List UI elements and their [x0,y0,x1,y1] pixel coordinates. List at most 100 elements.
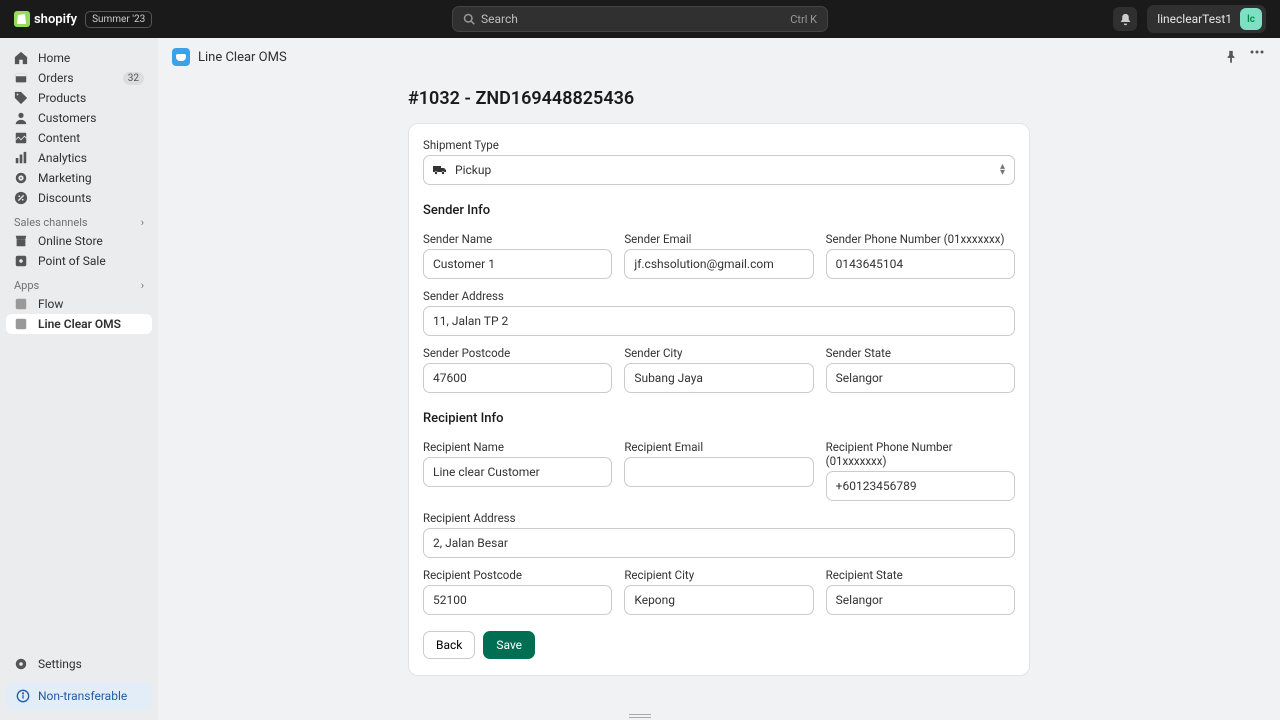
marketing-icon [14,171,28,185]
nontransferable-pill[interactable]: Non-transferable [6,682,152,710]
sender-info-title: Sender Info [423,203,1015,218]
search-icon [463,13,475,25]
sender-email-input[interactable] [624,249,813,279]
sender-postcode-label: Sender Postcode [423,346,612,360]
sidebar-apps-header: Apps › [6,271,152,294]
recipient-state-label: Recipient State [826,568,1015,582]
sidebar-item-label: Discounts [38,191,91,205]
sidebar-item-label: Home [38,51,70,65]
shipment-type-label: Shipment Type [423,138,1015,152]
sender-address-input[interactable] [423,306,1015,336]
sidebar-channels-header: Sales channels › [6,208,152,231]
sidebar-item-products[interactable]: Products [6,88,152,108]
sidebar-item-orders[interactable]: Orders 32 [6,68,152,88]
content-icon [14,131,28,145]
sender-email-label: Sender Email [624,232,813,246]
chevron-right-icon[interactable]: › [141,279,144,292]
pin-button[interactable] [1222,48,1240,66]
recipient-email-input[interactable] [624,457,813,487]
recipient-info-title: Recipient Info [423,411,1015,426]
sidebar-item-customers[interactable]: Customers [6,108,152,128]
discounts-icon [14,191,28,205]
back-button[interactable]: Back [423,631,475,659]
sidebar-item-label: Customers [38,111,96,125]
search-input[interactable]: Search Ctrl K [452,6,828,32]
truck-icon [433,165,447,175]
recipient-city-input[interactable] [624,585,813,615]
save-button[interactable]: Save [483,631,535,659]
sender-name-input[interactable] [423,249,612,279]
sidebar-item-label: Marketing [38,171,92,185]
channels-header-label: Sales channels [14,216,88,229]
sender-postcode-input[interactable] [423,363,612,393]
select-chevrons-icon: ▴▾ [1000,164,1005,176]
sender-city-input[interactable] [624,363,813,393]
main: Line Clear OMS #1032 - ZND169448825436 S… [158,38,1280,720]
topbar-right: lineclearTest1 lc [1113,5,1266,33]
recipient-phone-label: Recipient Phone Number (01xxxxxxx) [826,440,1015,468]
app-icon [14,317,28,331]
brand-text: shopify [34,12,77,27]
sidebar-item-label: Analytics [38,151,87,165]
recipient-phone-input[interactable] [826,471,1015,501]
sidebar-channel-pos[interactable]: Point of Sale [6,251,152,271]
sidebar-item-label: Flow [38,297,63,311]
recipient-postcode-label: Recipient Postcode [423,568,612,582]
more-button[interactable] [1248,48,1266,66]
sender-phone-label: Sender Phone Number (01xxxxxxx) [826,232,1015,246]
sidebar-item-home[interactable]: Home [6,48,152,68]
sidebar-item-content[interactable]: Content [6,128,152,148]
app-header-title: Line Clear OMS [198,50,287,65]
app-header-icon [172,48,190,66]
recipient-name-input[interactable] [423,457,612,487]
shopify-bag-icon [14,11,30,27]
shipment-type-value: Pickup [455,163,491,177]
orders-icon [14,71,28,85]
sender-state-input[interactable] [826,363,1015,393]
sidebar-item-label: Line Clear OMS [38,317,121,331]
sidebar-item-marketing[interactable]: Marketing [6,168,152,188]
chevron-right-icon[interactable]: › [141,216,144,229]
sidebar-app-line-clear[interactable]: Line Clear OMS [6,314,152,334]
sidebar-item-label: Products [38,91,86,105]
notifications-button[interactable] [1113,7,1137,31]
recipient-address-input[interactable] [423,528,1015,558]
topbar: shopify Summer '23 Search Ctrl K linecle… [0,0,1280,38]
edition-pill[interactable]: Summer '23 [85,11,152,28]
sidebar-item-discounts[interactable]: Discounts [6,188,152,208]
page-header: Line Clear OMS [158,38,1280,76]
sidebar-item-analytics[interactable]: Analytics [6,148,152,168]
sender-name-label: Sender Name [423,232,612,246]
gear-icon [14,657,28,671]
apps-header-label: Apps [14,279,39,292]
sidebar-app-flow[interactable]: Flow [6,294,152,314]
recipient-postcode-input[interactable] [423,585,612,615]
page-title: #1032 - ZND169448825436 [408,88,1030,109]
sidebar-channel-online-store[interactable]: Online Store [6,231,152,251]
sidebar-item-settings[interactable]: Settings [6,654,152,674]
recipient-email-label: Recipient Email [624,440,813,454]
nontransferable-label: Non-transferable [38,689,127,703]
bell-icon [1119,13,1132,26]
flow-icon [14,297,28,311]
sidebar-item-label: Point of Sale [38,254,106,268]
avatar: lc [1240,8,1262,30]
info-icon [16,689,30,703]
sidebar-item-label: Online Store [38,234,103,248]
recipient-city-label: Recipient City [624,568,813,582]
brand-logo[interactable]: shopify [14,11,77,27]
analytics-icon [14,151,28,165]
home-icon [14,51,28,65]
account-name: lineclearTest1 [1157,12,1232,26]
orders-badge: 32 [123,72,144,85]
recipient-state-input[interactable] [826,585,1015,615]
sidebar: Home Orders 32 Products Customers Conten… [0,38,158,720]
resize-handle[interactable] [629,714,651,718]
sender-phone-input[interactable] [826,249,1015,279]
store-icon [14,234,28,248]
sender-address-label: Sender Address [423,289,1015,303]
search-shortcut: Ctrl K [790,13,817,26]
topbar-left: shopify Summer '23 [14,11,152,28]
account-menu[interactable]: lineclearTest1 lc [1147,5,1266,33]
shipment-type-select[interactable]: Pickup ▴▾ [423,155,1015,185]
